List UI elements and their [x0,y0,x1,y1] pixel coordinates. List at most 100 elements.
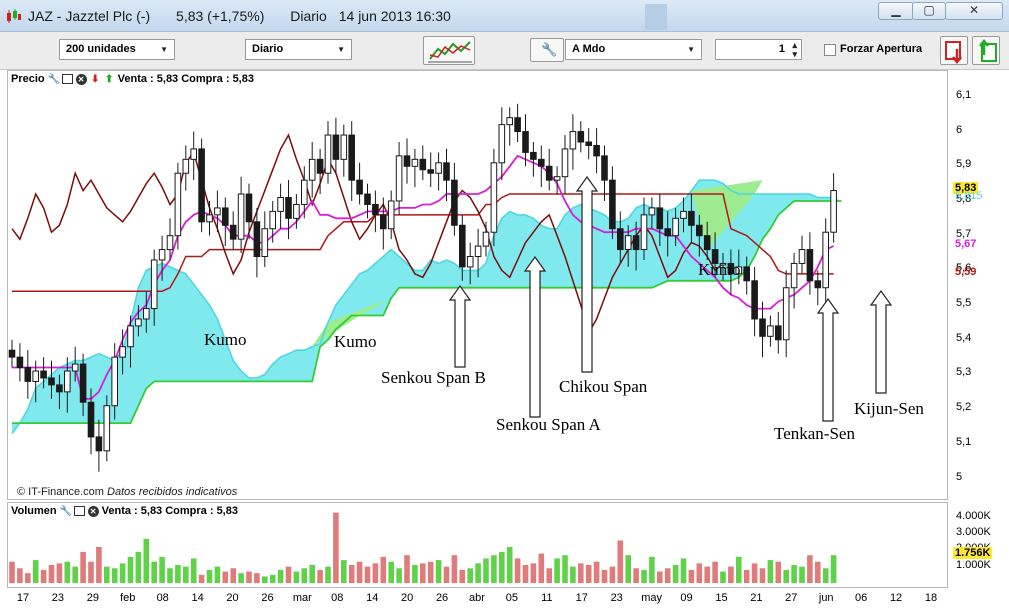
close-pane-icon[interactable]: ✕ [87,505,99,517]
chevron-down-icon: ▼ [337,45,345,54]
window-title: JAZ - Jazztel Plc (-) 5,83 (+1,75%) Diar… [28,8,451,24]
wrench-icon[interactable]: 🔧 [48,74,60,85]
date-tick-label: 23 [610,592,623,604]
date-tick-label: 21 [750,592,763,604]
close-pane-icon[interactable]: ✕ [75,73,87,85]
candle-body [364,193,371,205]
volume-bar [317,569,323,583]
volume-bar [427,561,434,583]
wrench-icon[interactable]: 🔧 [60,506,72,517]
volume-bar [712,561,718,583]
volume-bar [254,573,260,583]
volume-bar [743,569,750,583]
force-open-label: Forzar Apertura [840,43,923,55]
buy-button[interactable] [972,36,1000,65]
volume-bar [791,565,797,583]
annotation-tenkan-sen: Tenkan-Sen [774,424,855,443]
volume-bar [601,569,608,583]
candle-body [127,325,134,348]
volume-bar [483,558,489,583]
annotation-kumo-2: Kumo [334,332,377,351]
volume-bar [277,569,284,583]
volume-bar [48,565,55,583]
candle-body [79,363,87,403]
force-open-checkbox[interactable] [824,44,836,56]
maximize-button[interactable]: ▢ [912,2,946,20]
volume-bar [206,569,213,583]
minimize-button[interactable]: ▁ [878,2,914,20]
volume-bar [830,555,837,583]
volume-bar [736,556,742,583]
volume-tick-label: 4.000K [956,509,991,522]
volume-bar [341,560,347,583]
volume-bar [530,563,537,583]
units-select[interactable]: 200 unidades ▼ [59,39,175,60]
annotation-chikou-span: Chikou Span [559,377,648,396]
candle-body [48,377,55,386]
volume-bar [246,571,252,583]
candle-body [253,221,261,258]
volume-bar [293,571,300,583]
date-tick-label: may [641,592,662,604]
price-tick-label: 5,2 [956,401,972,414]
volume-bar [633,568,639,583]
candle-body [514,117,521,133]
volume-bar [562,555,568,583]
interval-select[interactable]: Diario ▼ [245,39,352,60]
date-tick-label: 20 [401,592,414,604]
volume-bar [104,566,110,583]
date-tick-label: 08 [331,592,344,604]
date-tick-label: 29 [86,592,99,604]
volume-pane[interactable]: Volumen 🔧 ✕ Venta : 5,83 Compra : 5,83 [7,502,948,588]
volume-bar [96,547,102,583]
minimize-icon: ▁ [891,3,901,17]
volume-bar [230,568,236,583]
candle-body [624,235,632,251]
units-value: 200 unidades [66,43,136,55]
close-button[interactable]: ✕ [945,2,1003,20]
volume-bar [807,555,813,583]
window-icon[interactable] [61,74,73,84]
taskbar-ghost [645,4,667,30]
volume-bar [704,566,710,583]
candle-body [24,367,32,382]
candle-body [498,124,506,164]
candle-body [387,200,395,230]
volume-bar [111,568,118,583]
volume-bar [720,571,726,583]
candle-body [308,158,316,181]
volume-bar [56,563,63,583]
date-tick-label: 12 [889,592,903,604]
candle-body [182,158,190,174]
move-up-icon[interactable]: ⬆ [104,74,115,85]
volume-bar [554,558,560,583]
price-pane[interactable]: Precio 🔧 ✕ ⬇ ⬆ Venta : 5,83 Compra : 5,8… [7,70,948,500]
quantity-stepper[interactable]: 1 ▴ ▾ [715,39,802,60]
volume-bar [183,566,189,583]
candle-body [56,384,63,393]
candle-body [427,169,434,174]
date-tick-label: 18 [924,592,938,604]
move-down-icon[interactable]: ⬇ [90,74,101,85]
candle-body [688,210,695,226]
candle-body [324,134,332,174]
settings-button[interactable]: 🔧 [530,38,564,62]
date-tick-label: jun [818,592,834,604]
volume-bar [799,566,805,583]
candle-body [459,224,466,268]
order-type-select[interactable]: A Mdo ▼ [565,39,702,60]
date-tick-label: 20 [226,592,239,604]
sell-button[interactable] [940,36,968,65]
tenkan-tag: 5,67 [955,238,977,250]
volume-bar [388,561,394,583]
volume-bar [167,568,173,583]
candle-body [822,231,830,289]
span-b-arrow [448,284,472,368]
volume-bar [190,558,197,583]
candle-body [285,197,292,219]
volume-bar [285,566,292,583]
indicators-button[interactable] [423,36,475,65]
volume-bar [751,563,758,583]
trade-toolbar: 200 unidades ▼ Diario ▼ 🔧 A Mdo ▼ 1 ▴ ▾ Forza… [0,32,1009,70]
window-icon[interactable] [73,506,85,516]
